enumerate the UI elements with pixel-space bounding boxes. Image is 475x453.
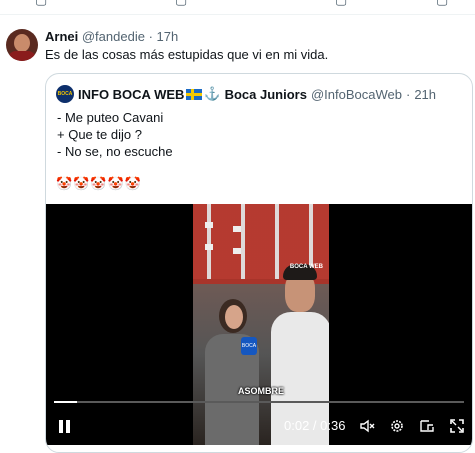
video-progress-fill xyxy=(54,401,77,403)
header-separator: · xyxy=(148,29,153,44)
gear-icon[interactable] xyxy=(389,418,405,434)
sweden-flag-icon xyxy=(186,88,203,100)
tweet-header: Arnei @fandedie · 17h xyxy=(45,29,178,44)
quoted-line-1: - Me puteo Cavani xyxy=(57,110,164,125)
quoted-author-name: INFO BOCA WEB xyxy=(78,86,185,102)
reply-icon[interactable]: ▢ xyxy=(35,0,47,8)
tweet-time[interactable]: 17h xyxy=(157,29,179,44)
quoted-line-3: - No se, no escuche xyxy=(57,144,173,159)
volume-muted-icon[interactable] xyxy=(359,418,375,434)
microphone: BOCA xyxy=(241,337,257,355)
quoted-tweet[interactable]: BOCA INFO BOCA WEB ⚓ Boca Juniors @InfoB… xyxy=(45,73,473,453)
share-icon[interactable]: ▢ xyxy=(436,0,448,8)
picture-in-picture-icon[interactable] xyxy=(419,418,435,434)
quoted-author-handle: @InfoBocaWeb xyxy=(310,86,402,102)
anchor-icon: ⚓ xyxy=(204,86,221,101)
quoted-avatar: BOCA xyxy=(56,85,74,103)
video-frame: BOCA BOCA WEB ASOMBRE xyxy=(193,204,329,445)
quoted-separator: · xyxy=(405,86,411,102)
interviewee-figure xyxy=(199,299,259,445)
video-watermark: BOCA WEB xyxy=(289,264,323,270)
retweet-icon[interactable]: ▢ xyxy=(175,0,187,8)
clown-emojis: 🤡🤡🤡🤡🤡 xyxy=(56,176,142,191)
tweet-text: Es de las cosas más estupidas que vi en … xyxy=(45,47,329,62)
quoted-line-2: + Que te dijo ? xyxy=(57,127,142,142)
video-caption: ASOMBRE xyxy=(237,386,284,396)
pause-icon[interactable] xyxy=(59,420,71,433)
author-name[interactable]: Arnei xyxy=(45,29,78,44)
quoted-tweet-header: BOCA INFO BOCA WEB ⚓ Boca Juniors @InfoB… xyxy=(56,85,436,103)
previous-tweet-actions: ▢ ▢ ▢ ▢ xyxy=(0,0,475,15)
video-progress-bar[interactable] xyxy=(54,401,464,403)
avatar[interactable] xyxy=(6,29,38,61)
author-handle[interactable]: @fandedie xyxy=(82,29,145,44)
video-time: 0:02 / 0:36 xyxy=(284,418,346,433)
quoted-time: 21h xyxy=(414,86,437,102)
fullscreen-icon[interactable] xyxy=(449,418,465,434)
video-player[interactable]: BOCA BOCA WEB ASOMBRE 0:02 / 0:36 xyxy=(46,204,472,445)
analytics-icon[interactable]: ▢ xyxy=(335,0,347,8)
quoted-author-suffix: Boca Juniors xyxy=(224,86,307,102)
